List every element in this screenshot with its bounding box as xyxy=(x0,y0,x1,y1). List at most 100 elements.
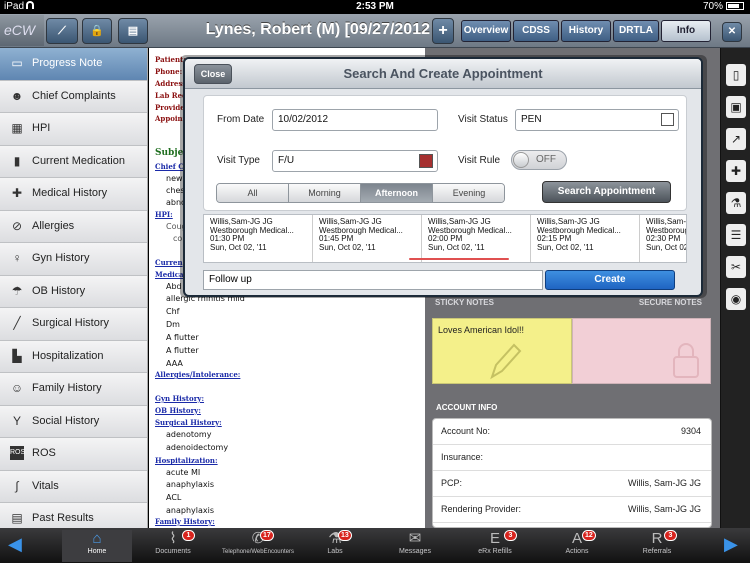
chart-icon[interactable]: ↗ xyxy=(726,128,746,150)
sticky-note[interactable]: Loves American Idol!! xyxy=(432,318,572,384)
from-date-field[interactable]: 10/02/2012 xyxy=(272,109,438,131)
sidebar-item-vitals[interactable]: ∫ Vitals xyxy=(0,470,147,503)
visit-rule-toggle[interactable]: OFF xyxy=(511,150,567,170)
tab-referrals[interactable]: R Referrals 3 xyxy=(622,530,692,562)
status-checkbox-icon[interactable] xyxy=(661,113,674,126)
lock-button[interactable]: 🔒 xyxy=(82,18,112,44)
gyn-history-link[interactable]: Gyn History: xyxy=(155,394,204,403)
segment-afternoon[interactable]: Afternoon xyxy=(361,184,433,202)
family-icon: ☺ xyxy=(10,381,24,395)
referrals-badge: 3 xyxy=(664,530,677,541)
female-icon: ♀ xyxy=(12,251,22,265)
tab-messages[interactable]: ✉ Messages xyxy=(380,530,450,562)
segment-all[interactable]: All xyxy=(217,184,289,202)
folder-icon[interactable]: ▣ xyxy=(726,96,746,118)
appointment-slot[interactable]: Willis,Sam-JG JGWestborough Medical...02… xyxy=(531,215,640,262)
sidebar-item-chief-complaints[interactable]: ☻ Chief Complaints xyxy=(0,80,147,113)
sidebar-item-hpi[interactable]: ▦ HPI xyxy=(0,113,147,146)
sidebar-item-gyn-history[interactable]: ♀ Gyn History xyxy=(0,243,147,276)
search-appointment-button[interactable]: Search Appointment xyxy=(542,181,671,203)
sidebar-item-medical-history[interactable]: ✚ Medical History xyxy=(0,178,147,211)
account-info-title: ACCOUNT INFO xyxy=(436,403,498,412)
battery-icon xyxy=(726,2,744,10)
med-line: AAA xyxy=(166,359,183,368)
visit-type-field[interactable]: F/U xyxy=(272,150,438,172)
ros-icon: ROS xyxy=(10,446,25,460)
ob-history-link[interactable]: OB History: xyxy=(155,406,201,415)
hpi-link[interactable]: HPI: xyxy=(155,210,173,219)
app-logo: eCW xyxy=(0,15,44,46)
segment-evening[interactable]: Evening xyxy=(433,184,504,202)
account-row: Insurance: xyxy=(433,445,711,471)
sidebar-item-social-history[interactable]: Y Social History xyxy=(0,405,147,438)
sidebar-item-family-history[interactable]: ☺ Family History xyxy=(0,373,147,406)
back-arrow-icon[interactable]: ◀ xyxy=(8,534,22,555)
bottle-icon: ▮ xyxy=(13,153,21,168)
flask-icon[interactable]: ⚗ xyxy=(726,192,746,214)
tab-erx-refills[interactable]: EeRx Refills 3 xyxy=(460,530,530,562)
sidebar-item-surgical-history[interactable]: ╱ Surgical History xyxy=(0,308,147,341)
sidebar-item-progress-note[interactable]: ▭ Progress Note xyxy=(0,48,147,81)
tab-telephone-encounters[interactable]: ✆ Telephone/WebEncounters 17 xyxy=(218,530,298,562)
tab-info[interactable]: Info xyxy=(661,20,711,42)
forward-arrow-icon[interactable]: ▶ xyxy=(724,534,738,555)
visit-note-input[interactable]: Follow up xyxy=(203,270,543,290)
sidebar: ▭ Progress Note ☻ Chief Complaints ▦ HPI ▮ C… xyxy=(0,48,148,528)
appointment-slot[interactable]: Willis,Sam-JG JGWestborough Medical...02… xyxy=(422,215,531,262)
modal-header: Close Search And Create Appointment xyxy=(185,59,701,89)
notes-button[interactable]: ▤ xyxy=(118,18,148,44)
syringe-button[interactable]: ⟋ xyxy=(46,18,78,44)
segment-morning[interactable]: Morning xyxy=(289,184,361,202)
no-sign-icon: ⊘ xyxy=(11,218,23,233)
tab-drtla[interactable]: DRTLA xyxy=(613,20,659,42)
tab-home[interactable]: ⌂ Home xyxy=(62,530,132,562)
tab-documents[interactable]: ⌇ Documents 1 xyxy=(138,530,208,562)
sidebar-item-ros[interactable]: ROS ROS xyxy=(0,438,147,471)
tab-history[interactable]: History xyxy=(561,20,611,42)
pencil-icon xyxy=(490,343,522,380)
close-icon[interactable]: ✕ xyxy=(722,22,742,42)
visit-status-field[interactable]: PEN xyxy=(515,109,679,131)
tab-overview[interactable]: Overview xyxy=(461,20,511,42)
hospitalization-link[interactable]: Hospitalization: xyxy=(155,456,218,465)
referrals-icon: R xyxy=(651,530,663,547)
med-line: A flutter xyxy=(166,346,199,355)
sidebar-item-ob-history[interactable]: ☂ OB History xyxy=(0,275,147,308)
secure-note[interactable] xyxy=(572,318,711,384)
visit-rule-label: Visit Rule xyxy=(458,155,501,166)
document-icon[interactable]: ▯ xyxy=(726,64,746,86)
secure-notes-title[interactable]: SECURE NOTES xyxy=(639,298,702,307)
med-line: Dm xyxy=(166,320,180,329)
add-button[interactable]: + xyxy=(432,18,454,44)
sidebar-item-past-results[interactable]: ▤ Past Results xyxy=(0,503,147,528)
actions-icon: A xyxy=(571,530,582,547)
surg-line: adenoidectomy xyxy=(166,443,229,452)
battery-status: 70% xyxy=(703,1,744,12)
sidebar-item-allergies[interactable]: ⊘ Allergies xyxy=(0,210,147,243)
paperclip-icon: ⌇ xyxy=(169,530,177,547)
sticky-notes-title[interactable]: STICKY NOTES xyxy=(435,298,494,307)
right-icon-strip: ▯ ▣ ↗ ✚ ⚗ ☰ ✂ ◉ xyxy=(720,48,750,528)
surgical-history-link[interactable]: Surgical History: xyxy=(155,418,222,427)
create-button[interactable]: Create xyxy=(545,270,675,290)
medical-kit-icon[interactable]: ✚ xyxy=(726,160,746,182)
appointment-slot[interactable]: Willis,Sam-JG JG Westborough Medical... 01… xyxy=(313,215,422,262)
flask-icon: ⚗ xyxy=(328,530,342,547)
scissors-icon[interactable]: ✂ xyxy=(726,256,746,278)
actions-badge: 12 xyxy=(582,530,596,541)
camera-icon[interactable]: ◉ xyxy=(726,288,746,310)
hosp-line: ACL xyxy=(166,493,182,502)
tab-cdss[interactable]: CDSS xyxy=(513,20,559,42)
appointment-slot[interactable]: Willis,Sam-JG JGWestborough Medical...02… xyxy=(640,215,686,262)
appointment-slot[interactable]: Willis,Sam-JG JG Westborough Medical... 01… xyxy=(204,215,313,262)
labs-badge: 13 xyxy=(338,530,352,541)
xray-icon[interactable]: ☰ xyxy=(726,224,746,246)
allergies-link[interactable]: Allergies/Intolerance: xyxy=(155,370,240,379)
current-medication-link[interactable]: Curren xyxy=(155,258,183,267)
family-history-link[interactable]: Family History: xyxy=(155,517,215,526)
tab-labs[interactable]: ⚗ Labs 13 xyxy=(300,530,370,562)
tab-actions[interactable]: A Actions 12 xyxy=(542,530,612,562)
notes-tabs: STICKY NOTES SECURE NOTES xyxy=(425,298,720,312)
sidebar-item-hospitalization[interactable]: ▙ Hospitalization xyxy=(0,340,147,373)
sidebar-item-current-medication[interactable]: ▮ Current Medication xyxy=(0,145,147,178)
